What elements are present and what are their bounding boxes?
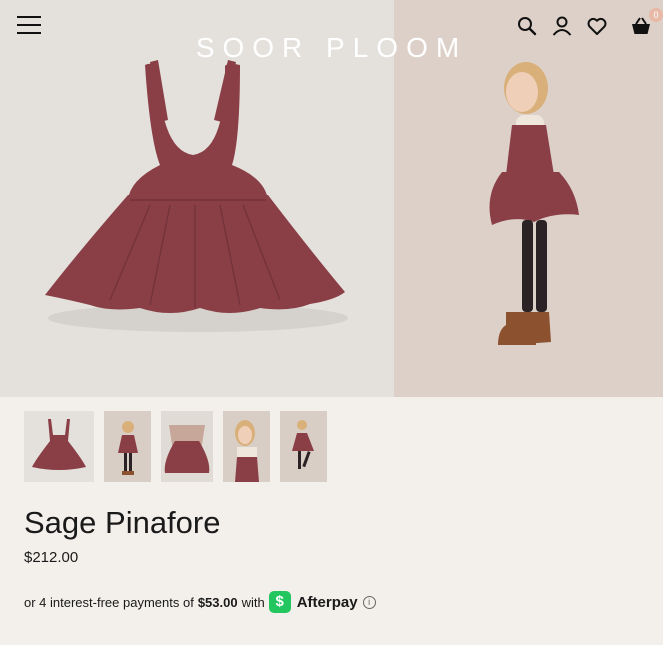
account-icon[interactable] (550, 14, 574, 38)
afterpay-logo-icon: $ (268, 591, 291, 613)
afterpay-prefix: or 4 interest-free payments of (24, 594, 194, 610)
heart-icon[interactable] (585, 14, 609, 38)
site-header: SOOR PLOOM 0 (0, 0, 663, 70)
info-icon[interactable]: i (362, 595, 376, 609)
afterpay-with: with (241, 594, 265, 610)
product-price: $212.00 (24, 549, 79, 566)
cart-count-badge: 0 (649, 8, 663, 22)
thumbnail-3[interactable] (161, 411, 213, 482)
afterpay-message: or 4 interest-free payments of $53.00 wi… (24, 590, 376, 614)
thumbnail-2[interactable] (104, 411, 151, 482)
product-title: Sage Pinafore (24, 505, 221, 540)
thumbnail-5[interactable] (280, 411, 327, 482)
thumbnail-4[interactable] (223, 411, 270, 482)
thumbnail-1[interactable] (24, 411, 94, 482)
afterpay-amount: $53.00 (197, 594, 238, 610)
search-icon[interactable] (515, 14, 539, 38)
afterpay-brand: Afterpay (296, 593, 358, 611)
